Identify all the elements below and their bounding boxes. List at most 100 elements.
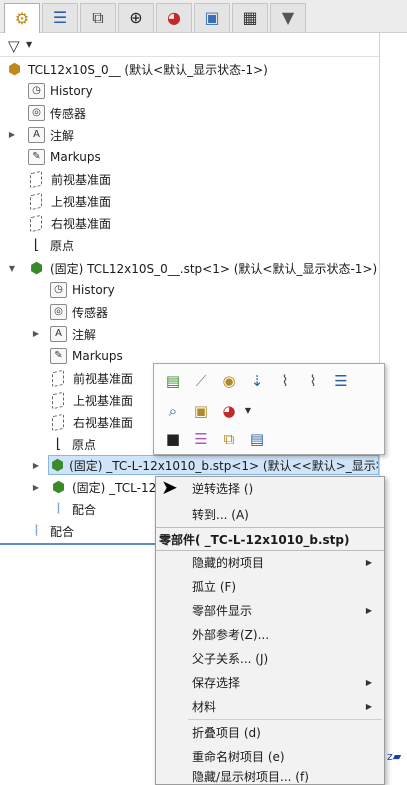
filter-bar[interactable]: ▽ ▼ [0,34,379,57]
attachment-icon[interactable]: ⌇ [274,370,296,392]
expand-arrow-icon[interactable]: ▶ [7,130,17,139]
tab-tool[interactable]: ▼ [270,3,306,32]
mate-icon: ⦚ [56,499,61,518]
tree-item-sub-annotations[interactable]: A 注解 [50,324,96,344]
origin-icon: ⌊ [33,237,40,253]
tree-item-label: (固定) _TCL-12 [72,480,157,495]
context-menu: 逆转选择 () 转到... (A) 零部件( _TC-L-12x1010_b.s… [155,476,385,785]
tree-root[interactable]: ⬢ TCL12x10S_0__ (默认<默认_显示状态-1>) [6,59,268,79]
menu-item-external-refs[interactable]: 外部参考(Z)... [156,623,384,645]
menu-item-save-selection[interactable]: 保存选择 ▶ [156,671,384,693]
tree-item-label: 注解 [72,327,97,342]
tab-configuration-manager[interactable]: ⧉ [80,3,116,32]
menu-item-component-display[interactable]: 零部件显示 ▶ [156,599,384,621]
submenu-arrow-icon: ▶ [365,557,372,567]
tree-item-markups[interactable]: ✎ Markups [28,147,101,167]
tree-item-sub-history[interactable]: ◷ History [50,280,115,300]
appearance-icon[interactable]: ◕ [218,400,240,422]
tree-item-front-plane[interactable]: 前视基准面 [28,169,111,189]
menu-item-label: 隐藏/显示树项目... (f) [192,769,309,784]
tree-item-label: 注解 [50,128,75,143]
menu-item-label: 孤立 (F) [192,579,237,594]
smart-mate-icon[interactable]: ⌇ [302,370,324,392]
menu-item-goto[interactable]: 转到... (A) [156,503,384,525]
tree-item-label: (固定) _TC-L-12x1010_b.stp<1> (默认<<默认>_显示状 [69,458,379,473]
expand-arrow-icon[interactable]: ▶ [31,461,41,470]
tab-property-manager[interactable]: ☰ [42,3,78,32]
tab-cam[interactable]: ▣ [194,3,230,32]
rollback-bar[interactable] [0,543,160,545]
tree-item-label: 上视基准面 [73,393,134,408]
tree-item-label: 原点 [50,238,75,253]
tree-item-origin[interactable]: ⌊ 原点 [28,235,74,255]
collapse-arrow-icon[interactable]: ▼ [7,264,17,273]
view-icon[interactable]: ▣ [190,400,212,422]
menu-item-hidden-tree-items[interactable]: 隐藏的树项目 ▶ [156,551,384,573]
tree-item-sub-top-plane[interactable]: 上视基准面 [50,390,133,410]
history-icon: ◷ [50,282,67,298]
tree-item-label: Markups [72,349,123,363]
chevron-down-icon[interactable]: ▼ [242,400,254,422]
expand-arrow-icon[interactable]: ▶ [31,483,41,492]
mate-icon: ⦚ [34,521,39,540]
menu-item-label: 隐藏的树项目 [192,555,265,570]
bom-icon[interactable]: ▤ [246,428,268,450]
fixed-component-icon: ⬢ [51,455,65,474]
tree-item-annotations[interactable]: A 注解 [28,125,74,145]
tab-feature-manager[interactable]: ⚙ [4,3,40,33]
mouse-cursor-icon: ➤ [161,475,178,499]
tree-item-mates[interactable]: ⦚ 配合 [28,521,74,541]
tree-item-sub-right-plane[interactable]: 右视基准面 [50,412,133,432]
menu-item-reverse-select[interactable]: 逆转选择 () [156,477,384,499]
menu-item-isolate[interactable]: 孤立 (F) [156,575,384,597]
tab-appearance[interactable]: ▦ [232,3,268,32]
chevron-down-icon[interactable]: ▼ [26,40,32,49]
tree-item-sub-origin[interactable]: ⌊ 原点 [50,434,96,454]
submenu-arrow-icon: ▶ [365,677,372,687]
sensor-icon: ◎ [28,105,45,121]
suppress-icon[interactable]: ⟋ [190,370,212,392]
feature-manager-icon: ⚙ [14,8,30,28]
tree-item-label: 前视基准面 [73,371,134,386]
tree-item-part-selected[interactable]: ⬢ (固定) _TC-L-12x1010_b.stp<1> (默认<<默认>_显… [48,455,379,475]
filter-funnel-icon[interactable]: ▽ [8,37,20,55]
tree-item-sub-mates[interactable]: ⦚ 配合 [50,499,96,519]
move-to-icon[interactable]: ⇣ [246,370,268,392]
zoom-to-selection-icon[interactable]: ⌕ [162,400,184,422]
configuration-manager-icon: ⧉ [92,8,104,27]
tree-item-sub-front-plane[interactable]: 前视基准面 [50,368,133,388]
tool-icon: ▼ [281,8,295,27]
tab-dimxpert[interactable]: ⊕ [118,3,154,32]
origin-icon: ⌊ [55,436,62,452]
menu-item-hide-show-tree[interactable]: 隐藏/显示树项目... (f) [156,767,384,785]
submenu-arrow-icon: ▶ [365,605,372,615]
menu-item-label: 父子关系... (J) [192,651,269,666]
tree-item-subassembly[interactable]: ⬢ (固定) TCL12x10S_0__.stp<1> (默认<默认_显示状态-… [28,258,377,278]
menu-item-label: 重命名树项目 (e) [192,749,285,764]
tree-item-sub-markups[interactable]: ✎ Markups [50,346,123,366]
menu-item-rename[interactable]: 重命名树项目 (e) [156,745,384,767]
menu-item-label: 零部件显示 [192,603,253,618]
hide-show-icon[interactable]: ◉ [218,370,240,392]
appearance-icon: ▦ [242,8,258,27]
edit-component-icon[interactable]: ▤ [162,370,184,392]
tab-display-manager[interactable]: ◕ [156,3,192,32]
tree-item-sensors[interactable]: ◎ 传感器 [28,103,86,123]
menu-item-parent-child[interactable]: 父子关系... (J) [156,647,384,669]
tree-item-right-plane[interactable]: 右视基准面 [28,213,111,233]
properties-icon[interactable]: ☰ [330,370,352,392]
tree-item-part-2[interactable]: ⬢ (固定) _TCL-12 [50,477,156,497]
replace-icon[interactable]: ⧉ [218,428,240,450]
menu-item-collapse[interactable]: 折叠项目 (d) [156,721,384,743]
tree-item-label: Markups [50,150,101,164]
cube-icon[interactable]: ■ [162,428,184,450]
list-icon[interactable]: ☰ [190,428,212,450]
tree-item-top-plane[interactable]: 上视基准面 [28,191,111,211]
tree-item-sub-sensors[interactable]: ◎ 传感器 [50,302,108,322]
expand-arrow-icon[interactable]: ▶ [31,329,41,338]
tree-item-history[interactable]: ◷ History [28,81,93,101]
assembly-icon: ⬢ [7,59,22,78]
property-manager-icon: ☰ [52,8,68,27]
menu-item-material[interactable]: 材料 ▶ [156,695,384,717]
tree-item-label: History [72,283,115,297]
